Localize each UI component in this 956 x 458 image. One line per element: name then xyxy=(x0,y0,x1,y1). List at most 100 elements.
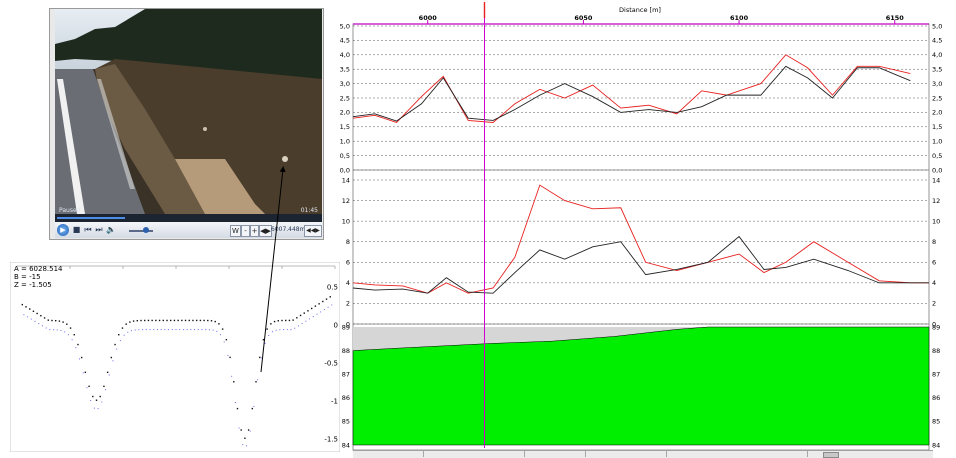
seek-bar[interactable] xyxy=(55,214,322,222)
profile-point-secondary xyxy=(305,320,307,322)
profile-point-secondary xyxy=(156,329,158,331)
profile-point xyxy=(303,312,305,314)
profile-point-secondary xyxy=(312,316,314,318)
profile-point-secondary xyxy=(205,329,207,331)
profile-point-secondary xyxy=(142,329,144,331)
profile-point xyxy=(21,303,23,306)
profile-point xyxy=(118,333,120,336)
profile-point-secondary xyxy=(286,329,288,331)
next-icon[interactable]: ⏭ xyxy=(94,224,104,236)
y-tick-label: 0 xyxy=(334,322,338,330)
plus-button[interactable]: + xyxy=(250,225,259,237)
x-tick-label: 10 xyxy=(278,262,287,264)
y-tick-label: 12 xyxy=(342,197,350,205)
profile-point-secondary xyxy=(75,347,77,349)
profile-point xyxy=(296,317,298,319)
profile-point xyxy=(255,381,257,383)
profile-point xyxy=(136,319,139,322)
profile-point-secondary xyxy=(160,329,162,331)
w-button[interactable]: W xyxy=(230,225,241,237)
profile-point xyxy=(62,321,64,323)
stop-icon[interactable]: ■ xyxy=(72,224,81,236)
profile-point-secondary xyxy=(227,354,229,356)
y-tick-label: 0,5 xyxy=(340,152,350,160)
profile-point xyxy=(273,320,276,323)
profile-point-secondary xyxy=(223,341,225,343)
profile-point xyxy=(106,371,109,374)
profile-point xyxy=(251,407,254,410)
profile-point-secondary xyxy=(90,399,92,401)
profile-point xyxy=(188,319,190,322)
play-button[interactable]: ▶ xyxy=(57,224,69,236)
profile-point-secondary xyxy=(53,329,55,331)
minus-button[interactable]: - xyxy=(241,225,250,237)
profile-point xyxy=(325,298,328,300)
y-tick-label: 4,0 xyxy=(932,51,942,59)
profile-point-secondary xyxy=(216,330,218,332)
profile-point-secondary xyxy=(97,408,99,410)
profile-point-secondary xyxy=(127,331,129,333)
video-player-window: Paused 01:45 ▶ ■ ⏮ ⏭ 🔈 W - + ◀▶ 6007.448… xyxy=(49,8,324,240)
profile-point-secondary xyxy=(112,360,114,362)
status-cell xyxy=(525,451,586,457)
y-tick-label: 6 xyxy=(346,259,350,267)
profile-point-secondary xyxy=(260,357,262,359)
profile-point-secondary xyxy=(320,311,322,313)
profile-point xyxy=(43,317,46,319)
y-tick-label: 1,0 xyxy=(932,138,942,146)
profile-point xyxy=(277,320,279,322)
profile-point-secondary xyxy=(123,334,125,336)
horizontal-scroll-thumb[interactable] xyxy=(823,452,839,458)
profile-point-secondary xyxy=(138,329,140,331)
profile-point-secondary xyxy=(201,329,203,331)
profile-point-secondary xyxy=(323,309,325,311)
y-tick-label: 85 xyxy=(342,418,350,426)
profile-point xyxy=(262,338,265,341)
profile-point xyxy=(155,319,157,322)
profile-point xyxy=(173,319,176,322)
distance-axis-title: Distance [m] xyxy=(619,6,661,14)
profile-point-secondary xyxy=(134,329,136,331)
profile-point-secondary xyxy=(67,334,69,336)
volume-slider[interactable] xyxy=(129,230,153,232)
profile-point-secondary xyxy=(245,445,247,447)
status-cell xyxy=(424,451,525,457)
x-tick-label: 6150 xyxy=(886,14,905,22)
volume-icon[interactable]: 🔈 xyxy=(106,224,116,236)
profile-point-secondary xyxy=(279,329,281,331)
y-tick-label: 5,0 xyxy=(932,22,942,30)
profile-point xyxy=(29,308,31,310)
profile-point xyxy=(25,306,27,308)
profile-point xyxy=(103,385,105,388)
profile-point-secondary xyxy=(220,334,222,336)
volume-knob[interactable] xyxy=(143,227,149,233)
profile-point-secondary xyxy=(271,331,273,333)
profile-point-secondary xyxy=(242,444,244,446)
profile-point-secondary xyxy=(38,323,40,325)
y-tick-label: 87 xyxy=(932,371,940,379)
profile-point-secondary xyxy=(34,320,36,322)
cross-section-plot[interactable]: -15 -10 -5 0 5 10 15 0.5 0 -0.5 -1 -1.5 A = 6028.51… xyxy=(10,262,340,452)
video-frame[interactable]: Paused 01:45 xyxy=(55,9,322,214)
profile-point-secondary xyxy=(316,313,318,315)
profile-point xyxy=(240,429,242,431)
previous-icon[interactable]: ⏮ xyxy=(83,224,93,236)
profile-point xyxy=(221,328,224,330)
profile-chart[interactable]: Distance [m] 6000 6050 6100 6150 5,0 5,0 4,5 4… xyxy=(340,0,956,457)
y-tick-label: 4,0 xyxy=(340,51,350,59)
profile-point-secondary xyxy=(108,374,110,376)
profile-point xyxy=(281,319,283,322)
profile-point-secondary xyxy=(182,329,184,331)
profile-point-secondary xyxy=(164,329,166,331)
profile-point xyxy=(47,319,49,321)
y-tick-label: 3,0 xyxy=(340,80,350,88)
readout-b: B = -15 xyxy=(14,273,41,281)
profile-point xyxy=(80,356,83,359)
profile-point-secondary xyxy=(283,329,285,331)
x-tick-label: -5 xyxy=(120,262,127,264)
profile-point xyxy=(140,319,142,322)
jump-button[interactable]: ◀◀▶ xyxy=(304,225,322,237)
profile-point xyxy=(307,310,309,312)
y-tick-label: 12 xyxy=(932,197,940,205)
profile-point-secondary xyxy=(275,329,277,331)
